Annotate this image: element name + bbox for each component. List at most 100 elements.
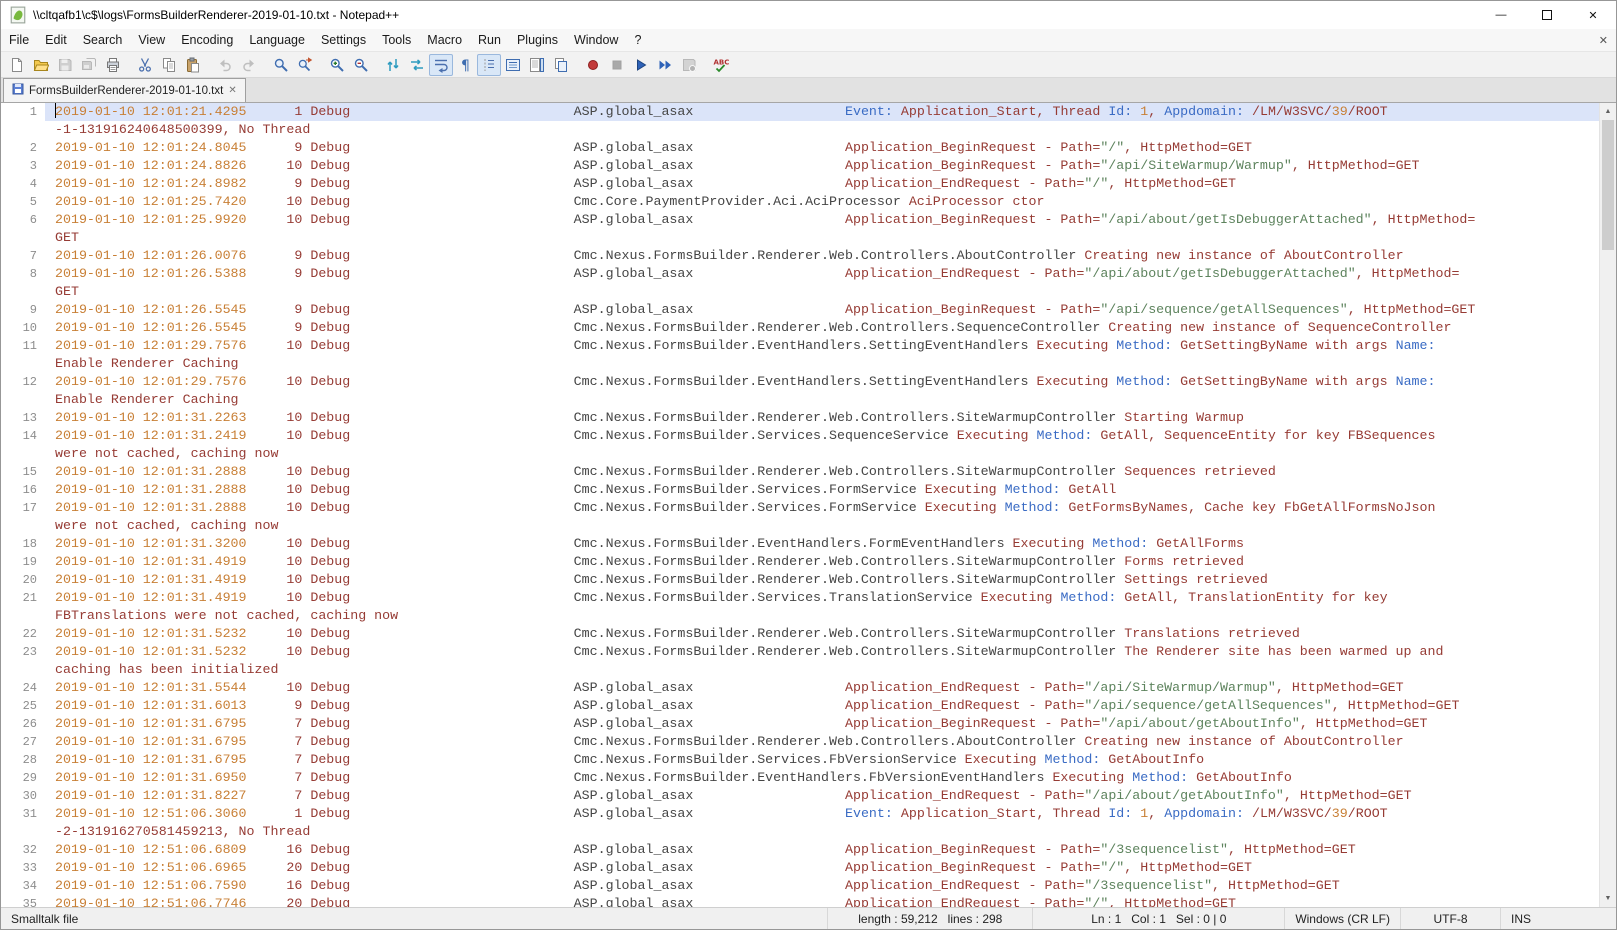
editor-row: 82019-01-10 12:01:26.5388 9 Debug ASP.gl… — [1, 265, 1599, 283]
print-icon — [105, 57, 121, 73]
line-number: 33 — [1, 859, 45, 877]
function-list-button[interactable] — [501, 54, 525, 76]
document-map-button[interactable] — [525, 54, 549, 76]
zoom-out-button[interactable] — [349, 54, 373, 76]
menu-item-window[interactable]: Window — [566, 31, 626, 49]
maximize-button[interactable] — [1524, 1, 1570, 29]
editor-row: 322019-01-10 12:51:06.6809 16 Debug ASP.… — [1, 841, 1599, 859]
macro-save-button[interactable] — [677, 54, 701, 76]
code-text: 2019-01-10 12:01:26.5545 9 Debug ASP.glo… — [45, 301, 1599, 319]
window-title: \\cltqafb1\c$\logs\FormsBuilderRenderer-… — [33, 8, 399, 22]
editor-row: 192019-01-10 12:01:31.4919 10 Debug Cmc.… — [1, 553, 1599, 571]
new-file-button[interactable] — [5, 54, 29, 76]
pilcrow-icon: ¶ — [457, 57, 473, 73]
code-text: were not cached, caching now — [45, 445, 1599, 463]
line-number — [1, 661, 45, 679]
show-indent-guide-button[interactable] — [477, 54, 501, 76]
saved-file-icon — [12, 83, 24, 98]
line-number: 35 — [1, 895, 45, 907]
line-number — [1, 445, 45, 463]
code-text: 2019-01-10 12:51:06.3060 1 Debug ASP.glo… — [45, 805, 1599, 823]
function-list-icon — [505, 57, 521, 73]
menu-item-view[interactable]: View — [130, 31, 173, 49]
editor-row: caching has been initialized — [1, 661, 1599, 679]
menu-item-encoding[interactable]: Encoding — [173, 31, 241, 49]
code-text: caching has been initialized — [45, 661, 1599, 679]
record-icon — [585, 57, 601, 73]
editor-row: 352019-01-10 12:51:06.7746 20 Debug ASP.… — [1, 895, 1599, 907]
code-text: 2019-01-10 12:51:06.7590 16 Debug ASP.gl… — [45, 877, 1599, 895]
spell-check-button[interactable]: ABC — [709, 54, 733, 76]
code-text: 2019-01-10 12:01:26.5545 9 Debug Cmc.Nex… — [45, 319, 1599, 337]
redo-button[interactable] — [237, 54, 261, 76]
cut-button[interactable] — [133, 54, 157, 76]
editor-row: 112019-01-10 12:01:29.7576 10 Debug Cmc.… — [1, 337, 1599, 355]
scrollbar-track[interactable] — [1600, 120, 1616, 890]
menu-item-settings[interactable]: Settings — [313, 31, 374, 49]
scroll-up-button[interactable]: ▲ — [1600, 103, 1616, 120]
editor-row: 22019-01-10 12:01:24.8045 9 Debug ASP.gl… — [1, 139, 1599, 157]
line-number — [1, 121, 45, 139]
line-number: 12 — [1, 373, 45, 391]
sync-vertical-scrolling-button[interactable] — [381, 54, 405, 76]
menu-item-help[interactable]: ? — [626, 31, 649, 49]
paste-button[interactable] — [181, 54, 205, 76]
editor-row: 52019-01-10 12:01:25.7420 10 Debug Cmc.C… — [1, 193, 1599, 211]
tab-label: FormsBuilderRenderer-2019-01-10.txt — [29, 85, 223, 97]
find-button[interactable] — [269, 54, 293, 76]
close-button[interactable]: ✕ — [1570, 1, 1616, 29]
tab-close-button[interactable]: ✕ — [228, 86, 236, 96]
code-text: 2019-01-10 12:01:31.8227 7 Debug ASP.glo… — [45, 787, 1599, 805]
minimize-button[interactable]: — — [1478, 1, 1524, 29]
line-number — [1, 823, 45, 841]
vertical-scrollbar[interactable]: ▲ ▼ — [1599, 103, 1616, 907]
document-list-button[interactable] — [549, 54, 573, 76]
zoom-in-button[interactable] — [325, 54, 349, 76]
editor[interactable]: 12019-01-10 12:01:21.4295 1 Debug ASP.gl… — [1, 103, 1599, 907]
menu-item-file[interactable]: File — [1, 31, 37, 49]
macro-run-multiple-button[interactable] — [653, 54, 677, 76]
print-button[interactable] — [101, 54, 125, 76]
word-wrap-button[interactable] — [429, 54, 453, 76]
macro-stop-button[interactable] — [605, 54, 629, 76]
status-length-lines: length : 59,212 lines : 298 — [828, 908, 1033, 929]
scrollbar-thumb[interactable] — [1602, 120, 1614, 250]
menu-item-plugins[interactable]: Plugins — [509, 31, 566, 49]
code-text: 2019-01-10 12:01:29.7576 10 Debug Cmc.Ne… — [45, 337, 1599, 355]
scroll-down-button[interactable]: ▼ — [1600, 890, 1616, 907]
menu-item-edit[interactable]: Edit — [37, 31, 75, 49]
line-number — [1, 283, 45, 301]
editor-row: 202019-01-10 12:01:31.4919 10 Debug Cmc.… — [1, 571, 1599, 589]
editor-row: 282019-01-10 12:01:31.6795 7 Debug Cmc.N… — [1, 751, 1599, 769]
code-text: 2019-01-10 12:01:31.4919 10 Debug Cmc.Ne… — [45, 553, 1599, 571]
menu-item-run[interactable]: Run — [470, 31, 509, 49]
line-number — [1, 391, 45, 409]
tab-formsbuilderrenderer[interactable]: FormsBuilderRenderer-2019-01-10.txt ✕ — [3, 78, 246, 102]
menu-item-tools[interactable]: Tools — [374, 31, 419, 49]
open-file-button[interactable] — [29, 54, 53, 76]
line-number: 30 — [1, 787, 45, 805]
menu-item-search[interactable]: Search — [75, 31, 131, 49]
code-text: 2019-01-10 12:01:31.5232 10 Debug Cmc.Ne… — [45, 625, 1599, 643]
title-bar: \\cltqafb1\c$\logs\FormsBuilderRenderer-… — [1, 1, 1616, 29]
macro-record-button[interactable] — [581, 54, 605, 76]
save-all-button[interactable] — [77, 54, 101, 76]
undo-button[interactable] — [213, 54, 237, 76]
copy-button[interactable] — [157, 54, 181, 76]
code-text: 2019-01-10 12:01:31.5544 10 Debug ASP.gl… — [45, 679, 1599, 697]
editor-row: 312019-01-10 12:51:06.3060 1 Debug ASP.g… — [1, 805, 1599, 823]
show-all-characters-button[interactable]: ¶ — [453, 54, 477, 76]
sync-horizontal-scrolling-button[interactable] — [405, 54, 429, 76]
code-text: 2019-01-10 12:01:31.5232 10 Debug Cmc.Ne… — [45, 643, 1599, 661]
menu-item-macro[interactable]: Macro — [419, 31, 470, 49]
editor-row: 62019-01-10 12:01:25.9920 10 Debug ASP.g… — [1, 211, 1599, 229]
save-button[interactable] — [53, 54, 77, 76]
svg-text:¶: ¶ — [461, 58, 470, 73]
line-number: 11 — [1, 337, 45, 355]
macro-play-button[interactable] — [629, 54, 653, 76]
menubar-close-button[interactable]: ✕ — [1599, 34, 1608, 47]
code-text: 2019-01-10 12:01:31.6950 7 Debug Cmc.Nex… — [45, 769, 1599, 787]
code-text: 2019-01-10 12:01:31.2419 10 Debug Cmc.Ne… — [45, 427, 1599, 445]
menu-item-language[interactable]: Language — [241, 31, 313, 49]
replace-button[interactable] — [293, 54, 317, 76]
